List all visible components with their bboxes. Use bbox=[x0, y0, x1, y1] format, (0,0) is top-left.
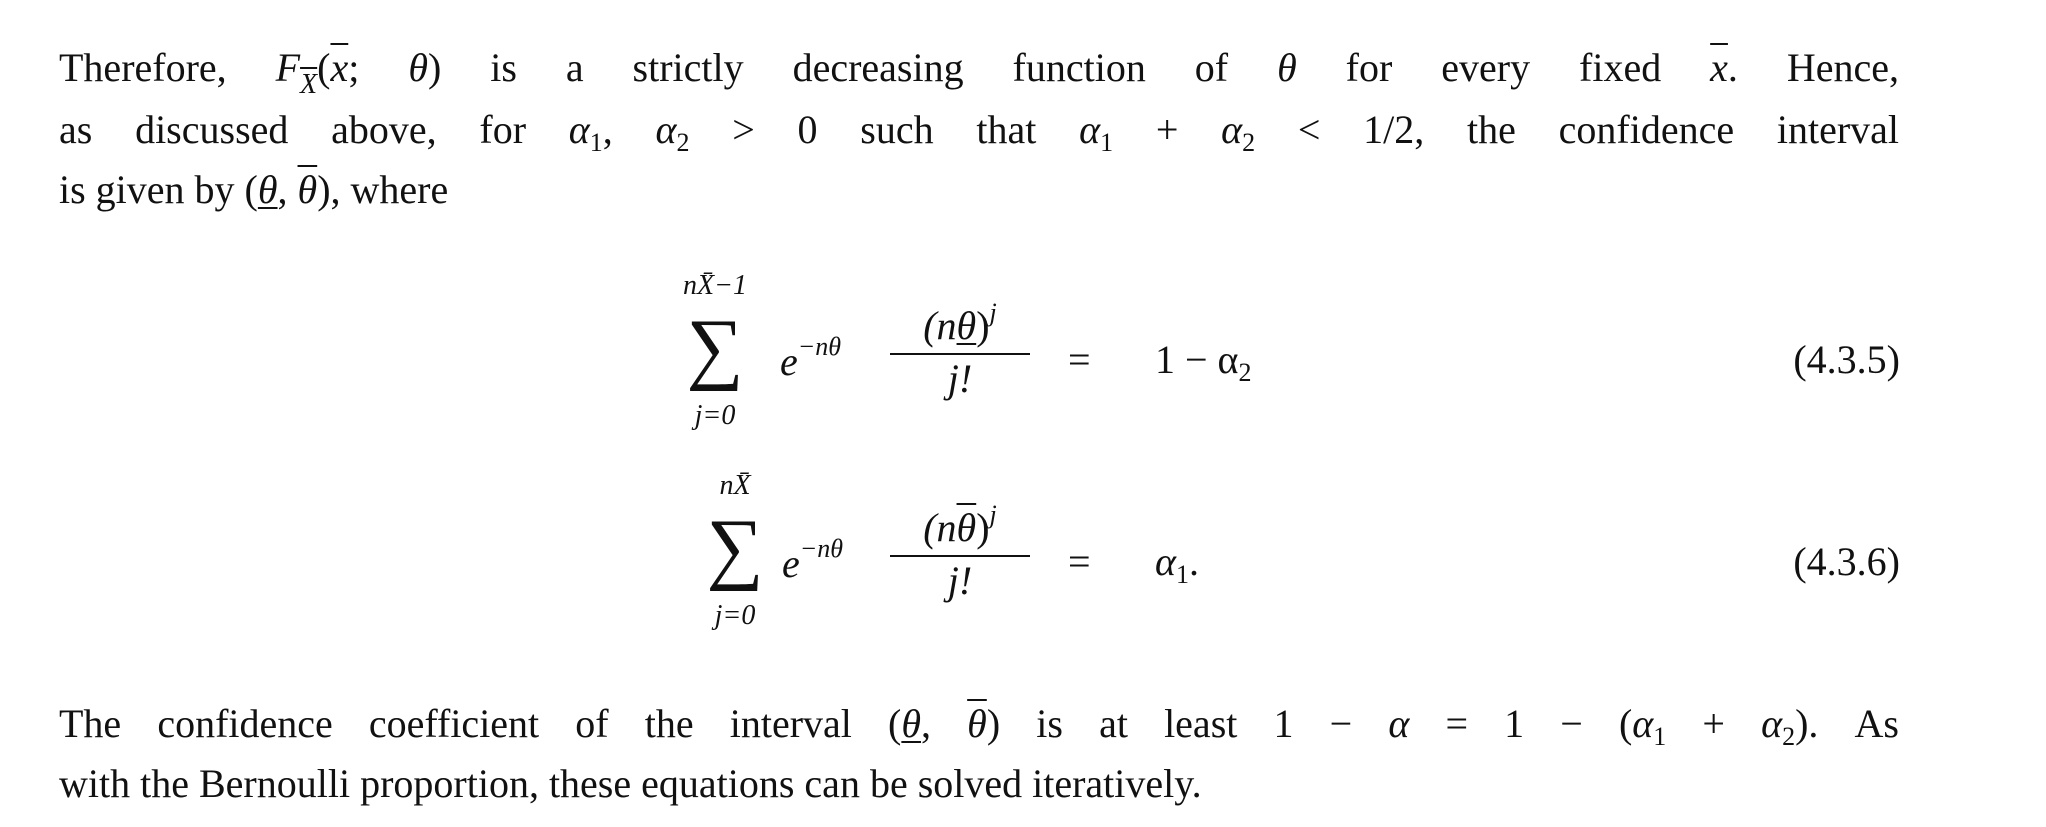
text-run: . Hence, bbox=[1727, 45, 1900, 90]
text-run: + bbox=[1113, 107, 1222, 152]
math-symbol: θ bbox=[1277, 45, 1297, 90]
num-close: ) bbox=[976, 505, 990, 550]
num-open: (n bbox=[923, 505, 957, 550]
exponential-term: e−nθ bbox=[780, 332, 842, 384]
num-close: ) bbox=[976, 303, 990, 348]
denominator: j! bbox=[947, 558, 973, 603]
math-symbol: x bbox=[1710, 45, 1728, 90]
text-run: The confidence coefficient of the interv… bbox=[59, 701, 902, 746]
sum-lower-limit: j=0 bbox=[694, 400, 736, 431]
math-symbol: 2 bbox=[1782, 722, 1796, 751]
equals-sign: = bbox=[1068, 539, 1091, 584]
math-symbol: x bbox=[330, 45, 349, 90]
numerator: (nθ)j bbox=[890, 298, 1030, 355]
theta-upper-bound: θ bbox=[956, 505, 977, 550]
text-run: + bbox=[1666, 701, 1762, 746]
theta-lower-bound: θ bbox=[956, 303, 977, 348]
text-run: , bbox=[602, 107, 656, 152]
num-sup: j bbox=[989, 298, 997, 327]
exponent: −nθ bbox=[799, 534, 844, 563]
math-symbol: α bbox=[655, 107, 677, 152]
text-run: ) is at least 1 − bbox=[986, 701, 1389, 746]
math-symbol: F bbox=[275, 45, 301, 90]
math-symbol: 1 bbox=[1653, 722, 1667, 751]
text-run: ( bbox=[317, 45, 331, 90]
math-symbol: θ bbox=[408, 45, 428, 90]
math-symbol: 2 bbox=[1242, 128, 1256, 157]
equation-4-3-6: nX̄ ∑ j=0 e−nθ (nθ)j j! = α1. (4.3.6) bbox=[640, 470, 1900, 660]
fraction: (nθ)j j! bbox=[890, 500, 1030, 604]
sigma-symbol: ∑ bbox=[686, 304, 744, 392]
math-symbol: α bbox=[1221, 107, 1243, 152]
text-run: with the Bernoulli proportion, these equ… bbox=[59, 761, 1202, 806]
equation-number: (4.3.6) bbox=[1793, 539, 1900, 584]
num-open: (n bbox=[923, 303, 957, 348]
sigma-symbol: ∑ bbox=[706, 504, 764, 592]
fraction: (nθ)j j! bbox=[890, 298, 1030, 402]
text-run: > 0 such that bbox=[689, 107, 1080, 152]
math-symbol: α bbox=[1632, 701, 1654, 746]
exponent: −nθ bbox=[797, 332, 842, 361]
text-line: Therefore, FX(x; θ) is a strictly decrea… bbox=[59, 44, 1899, 109]
math-symbol: X bbox=[300, 69, 318, 100]
math-symbol: α bbox=[568, 107, 590, 152]
num-sup: j bbox=[989, 500, 997, 529]
summation: nX̄−1 ∑ j=0 bbox=[655, 270, 775, 460]
math-symbol: θ bbox=[967, 701, 987, 746]
rhs-sub: 2 bbox=[1238, 358, 1252, 387]
math-symbol: θ bbox=[257, 167, 278, 212]
text-run: = 1 − ( bbox=[1409, 701, 1633, 746]
math-symbol: θ bbox=[901, 701, 922, 746]
right-hand-side: α1. bbox=[1155, 538, 1199, 590]
text-run: < 1/2, the confidence interval bbox=[1255, 107, 1900, 152]
math-symbol: α bbox=[1761, 701, 1783, 746]
text-run: is given by ( bbox=[59, 167, 258, 212]
text-run: for every fixed bbox=[1296, 45, 1711, 90]
text-run: ; bbox=[348, 45, 409, 90]
sum-upper-limit: nX̄−1 bbox=[683, 270, 747, 301]
line-content: Therefore, FX(x; θ) is a strictly decrea… bbox=[59, 45, 1900, 100]
rhs-sub: 1 bbox=[1176, 560, 1189, 589]
rhs-main: 1 − α bbox=[1155, 337, 1239, 382]
equation-4-3-5: nX̄−1 ∑ j=0 e−nθ (nθ)j j! = 1 − α2 (4.3.… bbox=[640, 270, 1900, 460]
math-symbol: α bbox=[1079, 107, 1101, 152]
numerator: (nθ)j bbox=[890, 500, 1030, 557]
math-symbol: 1 bbox=[1100, 128, 1114, 157]
equals-sign: = bbox=[1068, 337, 1091, 382]
text-line: The confidence coefficient of the interv… bbox=[59, 700, 1899, 761]
text-line: is given by (θ, θ), where bbox=[59, 166, 1899, 214]
denominator: j! bbox=[947, 356, 973, 401]
exponential-term: e−nθ bbox=[782, 534, 844, 586]
rhs-tail: . bbox=[1189, 539, 1199, 584]
text-run: as discussed above, for bbox=[59, 107, 569, 152]
math-symbol: θ bbox=[297, 167, 318, 212]
text-run: Therefore, bbox=[59, 45, 276, 90]
math-symbol: 2 bbox=[676, 128, 690, 157]
sum-upper-limit: nX̄ bbox=[719, 470, 751, 501]
equation-number: (4.3.5) bbox=[1793, 337, 1900, 382]
text-run: ) is a strictly decreasing function of bbox=[427, 45, 1278, 90]
line-content: is given by (θ, θ), where bbox=[59, 167, 448, 212]
math-symbol: α bbox=[1388, 701, 1410, 746]
text-run: ). As bbox=[1795, 701, 1899, 746]
text-run: , bbox=[277, 167, 298, 212]
text-run: , bbox=[921, 701, 968, 746]
right-hand-side: 1 − α2 bbox=[1155, 336, 1252, 388]
math-symbol: 1 bbox=[589, 128, 603, 157]
rhs-main: α bbox=[1155, 539, 1176, 584]
summation: nX̄ ∑ j=0 bbox=[675, 470, 795, 660]
line-content: with the Bernoulli proportion, these equ… bbox=[59, 761, 1202, 806]
line-content: as discussed above, for α1, α2 > 0 such … bbox=[59, 107, 1900, 157]
sum-lower-limit: j=0 bbox=[714, 600, 756, 631]
line-content: The confidence coefficient of the interv… bbox=[59, 701, 1899, 751]
text-line: as discussed above, for α1, α2 > 0 such … bbox=[59, 106, 1899, 167]
text-line: with the Bernoulli proportion, these equ… bbox=[59, 760, 1899, 808]
text-run: ), where bbox=[317, 167, 449, 212]
